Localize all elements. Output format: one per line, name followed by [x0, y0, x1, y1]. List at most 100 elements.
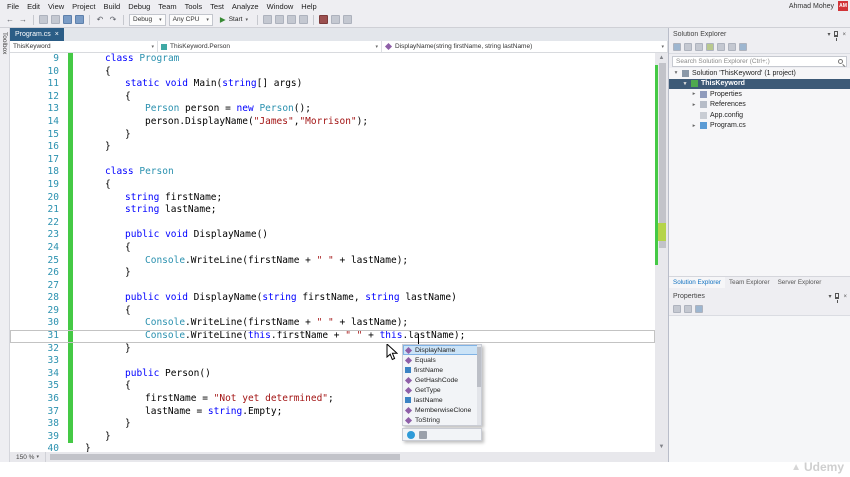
- toolbox-panel-tab[interactable]: Toolbox: [0, 28, 10, 462]
- tree-item-solution-thiskeyword-1-project[interactable]: ▾ Solution 'ThisKeyword' (1 project): [669, 68, 850, 79]
- view-code-icon[interactable]: [728, 43, 736, 51]
- comment-icon[interactable]: [330, 15, 340, 24]
- code-line-15[interactable]: 15}: [10, 128, 655, 142]
- intellisense-item-gettype[interactable]: GetType: [403, 385, 481, 395]
- code-line-20[interactable]: 20 string firstName;: [10, 191, 655, 205]
- step-into-icon[interactable]: [286, 15, 296, 24]
- intellisense-scrollbar[interactable]: [477, 345, 481, 425]
- collapsed-arrow-icon[interactable]: ▸: [691, 91, 697, 97]
- code-line-39[interactable]: 39}: [10, 430, 655, 444]
- code-line-12[interactable]: 12 {: [10, 90, 655, 104]
- menu-item-test[interactable]: Test: [206, 2, 228, 11]
- code-line-40[interactable]: 40}: [10, 443, 655, 452]
- code-line-22[interactable]: 22: [10, 216, 655, 230]
- code-line-10[interactable]: 10 {: [10, 65, 655, 79]
- intellisense-item-lastname[interactable]: lastName: [403, 395, 481, 405]
- scrollbar-thumb[interactable]: [50, 454, 400, 460]
- intellisense-item-firstname[interactable]: firstName: [403, 365, 481, 375]
- show-all-files-icon[interactable]: [706, 43, 714, 51]
- tree-item-program-cs[interactable]: ▸ Program.cs: [669, 121, 850, 132]
- step-out-icon[interactable]: [298, 15, 308, 24]
- tab-team-explorer[interactable]: Team Explorer: [725, 277, 774, 288]
- code-line-27[interactable]: 27: [10, 279, 655, 293]
- menu-item-file[interactable]: File: [3, 2, 23, 11]
- menu-item-window[interactable]: Window: [263, 2, 298, 11]
- expanded-arrow-icon[interactable]: ▾: [673, 70, 679, 76]
- code-line-29[interactable]: 29 {: [10, 304, 655, 318]
- menu-item-team[interactable]: Team: [154, 2, 180, 11]
- property-pages-icon[interactable]: [695, 305, 703, 313]
- intellisense-item-gethashcode[interactable]: GetHashCode: [403, 375, 481, 385]
- code-line-21[interactable]: 21 string lastName;: [10, 204, 655, 217]
- save-icon[interactable]: [63, 15, 72, 24]
- code-line-16[interactable]: 16}: [10, 141, 655, 154]
- code-line-28[interactable]: 28 public void DisplayName(string firstNa…: [10, 292, 655, 305]
- zoom-control[interactable]: 150 % ▾: [10, 452, 46, 462]
- menu-item-help[interactable]: Help: [297, 2, 320, 11]
- code-line-37[interactable]: 37 lastName = string.Empty;: [10, 405, 655, 419]
- code-line-31[interactable]: 31 Console.WriteLine(this.firstName + " "…: [10, 330, 655, 343]
- collapse-all-icon[interactable]: [684, 43, 692, 51]
- code-line-24[interactable]: 24 {: [10, 241, 655, 255]
- properties-icon[interactable]: [695, 43, 703, 51]
- menu-item-tools[interactable]: Tools: [181, 2, 207, 11]
- code-line-36[interactable]: 36 firstName = "Not yet determined";: [10, 393, 655, 406]
- close-icon[interactable]: ×: [842, 32, 846, 38]
- expanded-arrow-icon[interactable]: ▾: [682, 81, 688, 87]
- navbar-type-dropdown[interactable]: ThisKeyword.Person ▾: [158, 41, 382, 52]
- navigate-back-icon[interactable]: ←: [5, 15, 15, 24]
- intellisense-item-tostring[interactable]: ToString: [403, 415, 481, 425]
- solution-explorer-search[interactable]: Search Solution Explorer (Ctrl+;): [672, 56, 847, 67]
- navigate-forward-icon[interactable]: →: [18, 15, 28, 24]
- chevron-down-icon[interactable]: ▾: [827, 31, 830, 38]
- intellisense-item-memberwiseclone[interactable]: MemberwiseClone: [403, 405, 481, 415]
- code-line-26[interactable]: 26}: [10, 267, 655, 280]
- code-line-9[interactable]: 9 class Program: [10, 53, 655, 66]
- bookmark-flag-icon[interactable]: [318, 15, 328, 24]
- break-all-icon[interactable]: [262, 15, 272, 24]
- new-file-icon[interactable]: [39, 15, 48, 24]
- tree-item-thiskeyword[interactable]: ▾ ThisKeyword: [669, 78, 850, 89]
- intellisense-item-equals[interactable]: Equals: [403, 355, 481, 365]
- step-over-icon[interactable]: [274, 15, 284, 24]
- menu-item-view[interactable]: View: [44, 2, 68, 11]
- menu-item-debug[interactable]: Debug: [124, 2, 154, 11]
- code-line-30[interactable]: 30 Console.WriteLine(firstName + " " + la…: [10, 317, 655, 331]
- gear-icon[interactable]: [419, 430, 427, 439]
- navbar-project-dropdown[interactable]: ThisKeyword ▾: [10, 41, 158, 52]
- scrollbar-thumb[interactable]: [659, 63, 666, 248]
- filter-icon[interactable]: [407, 430, 415, 439]
- redo-icon[interactable]: ↷: [108, 15, 118, 24]
- save-all-icon[interactable]: [75, 15, 84, 24]
- code-line-34[interactable]: 34 public Person(): [10, 367, 655, 381]
- chevron-down-icon[interactable]: ▾: [828, 293, 831, 300]
- scrollbar-thumb[interactable]: [477, 347, 481, 387]
- collapsed-arrow-icon[interactable]: ▸: [691, 102, 697, 108]
- alphabetical-icon[interactable]: [684, 305, 692, 313]
- code-line-13[interactable]: 13 Person person = new Person();: [10, 103, 655, 116]
- code-line-35[interactable]: 35 {: [10, 380, 655, 394]
- scroll-up-icon[interactable]: ▲: [655, 53, 668, 63]
- avatar[interactable]: AM: [838, 1, 848, 11]
- refresh-icon[interactable]: [717, 43, 725, 51]
- navbar-member-dropdown[interactable]: DisplayName(string firstName, string las…: [382, 41, 668, 52]
- start-debugging-button[interactable]: ▶ Start ▾: [216, 14, 252, 26]
- scroll-down-icon[interactable]: ▼: [655, 442, 668, 452]
- editor-vertical-scrollbar[interactable]: ▲ ▼: [655, 53, 668, 452]
- code-line-32[interactable]: 32}: [10, 342, 655, 356]
- collapsed-arrow-icon[interactable]: ▸: [691, 123, 697, 129]
- code-line-18[interactable]: 18 class Person: [10, 166, 655, 179]
- code-line-25[interactable]: 25 Console.WriteLine(firstName + " " + la…: [10, 254, 655, 268]
- tree-item-app-config[interactable]: App.config: [669, 110, 850, 121]
- menu-item-build[interactable]: Build: [100, 2, 125, 11]
- code-line-14[interactable]: 14 person.DisplayName("James","Morrison")…: [10, 115, 655, 129]
- tab-server-explorer[interactable]: Server Explorer: [774, 277, 826, 288]
- close-icon[interactable]: ×: [55, 31, 59, 38]
- solution-platform-dropdown[interactable]: Any CPU ▾: [168, 13, 213, 26]
- sync-with-active-document-icon[interactable]: [739, 43, 747, 51]
- code-editor[interactable]: 9 class Program 10 {11 static void Main(stri…: [10, 53, 655, 452]
- categorized-icon[interactable]: [673, 305, 681, 313]
- editor-horizontal-scrollbar[interactable]: [46, 452, 668, 462]
- tree-item-references[interactable]: ▸ References: [669, 100, 850, 111]
- menu-item-project[interactable]: Project: [68, 2, 99, 11]
